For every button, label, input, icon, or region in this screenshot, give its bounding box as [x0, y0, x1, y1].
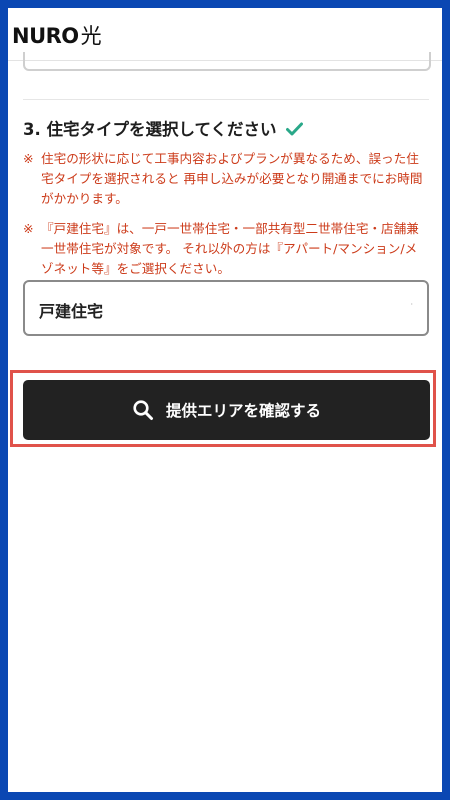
phone-screen: NURO光 3. 住宅タイプを選択してください ※ 住宅の形状に応じて工事内容お…: [8, 8, 442, 792]
button-content: 提供エリアを確認する: [23, 380, 430, 440]
nuro-logo[interactable]: NURO光: [12, 20, 102, 50]
note-mark: ※: [23, 221, 34, 236]
section-divider: [23, 99, 429, 100]
warning-note: ※ 住宅の形状に応じて工事内容およびプランが異なるため、誤った住宅タイプを選択さ…: [23, 149, 427, 209]
note-mark: ※: [23, 151, 34, 166]
note-text: 住宅の形状に応じて工事内容およびプランが異なるため、誤った住宅タイプを選択される…: [41, 151, 423, 206]
previous-select-field[interactable]: [23, 52, 431, 71]
check-icon: [286, 122, 304, 136]
housing-type-heading: 3. 住宅タイプを選択してください: [23, 116, 304, 140]
search-icon: [133, 400, 153, 420]
check-area-button-label: 提供エリアを確認する: [165, 402, 321, 420]
logo-suffix: 光: [80, 24, 102, 48]
heading-text: 3. 住宅タイプを選択してください: [23, 120, 277, 139]
selected-housing-type: 戸建住宅: [39, 302, 104, 321]
housing-type-select[interactable]: 戸建住宅 ·: [23, 280, 429, 336]
logo-brand: NURO: [12, 24, 79, 48]
check-area-button[interactable]: 提供エリアを確認する: [23, 380, 430, 440]
note-text: 『戸建住宅』は、一戸一世帯住宅・一部共有型二世帯住宅・店舗兼一世帯住宅が対象です…: [41, 221, 419, 276]
dropdown-caret-icon: ·: [410, 300, 413, 309]
eligibility-note: ※ 『戸建住宅』は、一戸一世帯住宅・一部共有型二世帯住宅・店舗兼一世帯住宅が対象…: [23, 219, 427, 279]
